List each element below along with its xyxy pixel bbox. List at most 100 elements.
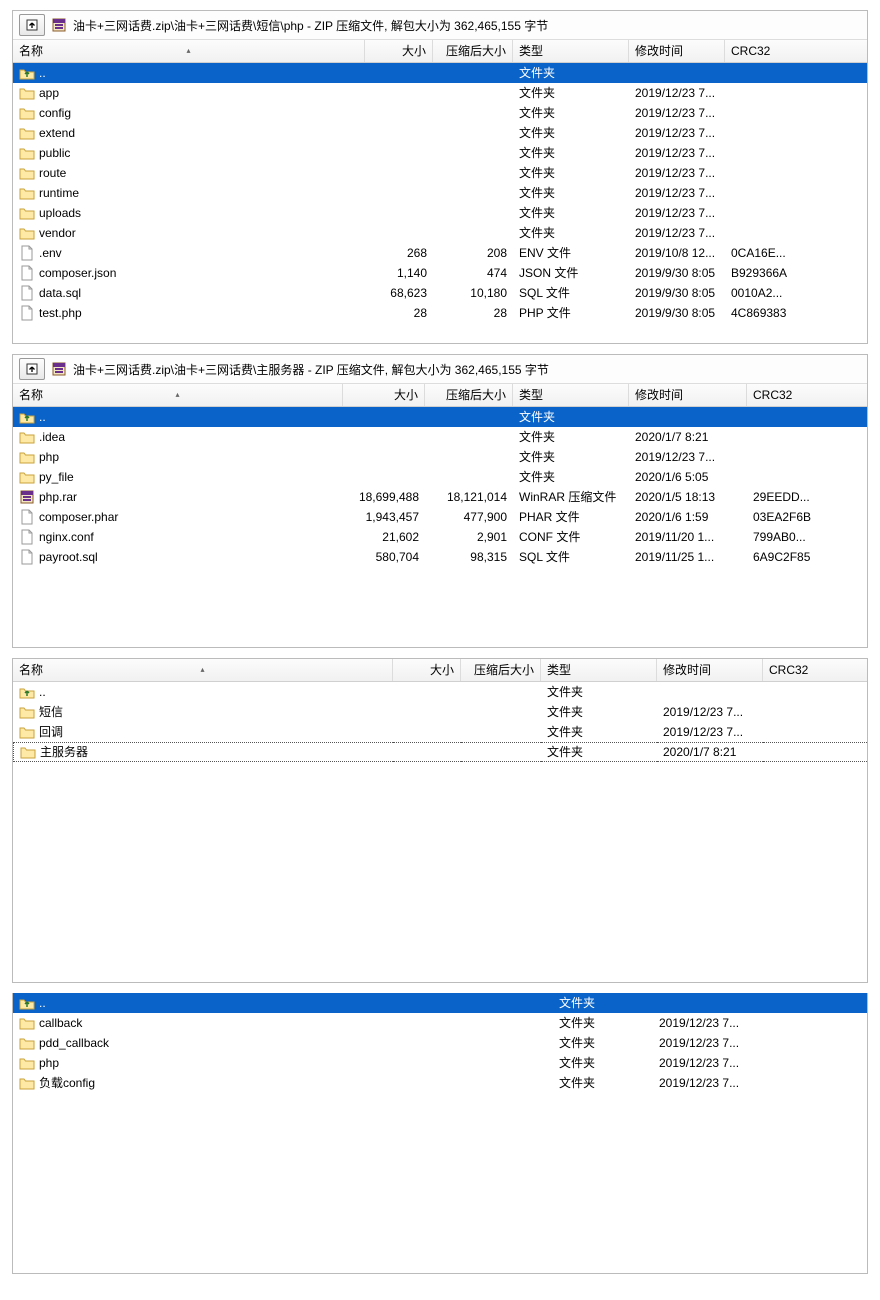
header-time[interactable]: 修改时间 [657,659,763,681]
list-row[interactable]: composer.phar1,943,457477,900PHAR 文件2020… [13,507,867,527]
file-icon [19,529,35,545]
list-row[interactable]: app文件夹2019/12/23 7... [13,83,867,103]
list-row[interactable]: uploads文件夹2019/12/23 7... [13,203,867,223]
list-row[interactable]: .idea文件夹2020/1/7 8:21 [13,427,867,447]
list-row[interactable]: nginx.conf21,6022,901CONF 文件2019/11/20 1… [13,527,867,547]
file-type: 文件夹 [513,223,629,243]
header-size[interactable]: 大小 [343,384,425,406]
list-row[interactable]: extend文件夹2019/12/23 7... [13,123,867,143]
file-type: WinRAR 压缩文件 [513,487,629,507]
list-row[interactable]: py_file文件夹2020/1/6 5:05 [13,467,867,487]
file-type: 文件夹 [513,447,629,467]
file-time: 2019/12/23 7... [629,203,725,223]
file-time: 2019/12/23 7... [629,103,725,123]
folder-icon [20,744,36,760]
list-row[interactable]: php文件夹2019/12/23 7... [13,447,867,467]
header-crc[interactable]: CRC32 [747,384,867,406]
header-packed[interactable]: 压缩后大小 [425,384,513,406]
list-row[interactable]: runtime文件夹2019/12/23 7... [13,183,867,203]
list-row[interactable]: pdd_callback文件夹2019/12/23 7... [13,1033,867,1053]
list-row[interactable]: payroot.sql580,70498,315SQL 文件2019/11/25… [13,547,867,567]
header-type[interactable]: 类型 [513,384,629,406]
file-crc: 0010A2... [725,283,867,303]
file-type: 文件夹 [553,1033,653,1053]
list-row[interactable]: ..文件夹 [13,407,867,427]
header-name[interactable]: 名称▴ [13,384,343,406]
archive-icon [51,361,67,377]
header-type[interactable]: 类型 [541,659,657,681]
file-time: 2020/1/7 8:21 [629,427,747,447]
up-dir-button[interactable] [19,358,45,380]
list-row[interactable]: 主服务器文件夹2020/1/7 8:21 [13,742,867,762]
file-type: 文件夹 [553,993,653,1013]
list-row[interactable]: test.php2828PHP 文件2019/9/30 8:054C869383 [13,303,867,323]
list-row[interactable]: 负载config文件夹2019/12/23 7... [13,1073,867,1093]
file-time: 2019/12/23 7... [629,143,725,163]
folder-icon [19,429,35,445]
file-name: php.rar [39,487,77,507]
header-name[interactable]: 名称▴ [13,659,393,681]
list-row[interactable]: ..文件夹 [13,63,867,83]
up-dir-icon [19,409,35,425]
file-size: 18,699,488 [343,487,425,507]
header-type[interactable]: 类型 [513,40,629,62]
file-icon [19,285,35,301]
file-name: py_file [39,467,74,487]
list-row[interactable]: callback文件夹2019/12/23 7... [13,1013,867,1033]
list-row[interactable]: 回调文件夹2019/12/23 7... [13,722,867,742]
folder-icon [19,185,35,201]
file-type: 文件夹 [541,742,657,762]
file-name: route [39,163,66,183]
list-row[interactable]: .. 文件夹 [13,682,867,702]
header-crc[interactable]: CRC32 [763,659,867,681]
header-time[interactable]: 修改时间 [629,384,747,406]
list-row[interactable]: public文件夹2019/12/23 7... [13,143,867,163]
up-dir-button[interactable] [19,14,45,36]
file-name: data.sql [39,283,81,303]
header-size[interactable]: 大小 [365,40,433,62]
file-time: 2020/1/6 1:59 [629,507,747,527]
file-time: 2019/12/23 7... [653,1013,763,1033]
list-row[interactable]: 短信文件夹2019/12/23 7... [13,702,867,722]
file-time: 2019/12/23 7... [653,1073,763,1093]
file-time: 2019/12/23 7... [653,1053,763,1073]
file-name: runtime [39,183,79,203]
list-row[interactable]: php.rar18,699,48818,121,014WinRAR 压缩文件20… [13,487,867,507]
list-row[interactable]: data.sql68,62310,180SQL 文件2019/9/30 8:05… [13,283,867,303]
file-type: 文件夹 [513,123,629,143]
header-packed[interactable]: 压缩后大小 [461,659,541,681]
list-row[interactable]: composer.json1,140474JSON 文件2019/9/30 8:… [13,263,867,283]
file-type: 文件夹 [513,63,629,83]
file-type: 文件夹 [541,682,657,702]
archive-icon [51,17,67,33]
file-packed: 477,900 [425,507,513,527]
file-crc: 03EA2F6B [747,507,867,527]
header-name[interactable]: 名称▴ [13,40,365,62]
list-row[interactable]: config文件夹2019/12/23 7... [13,103,867,123]
sort-indicator-icon: ▴ [200,659,204,681]
file-name: 短信 [39,702,63,722]
header-size[interactable]: 大小 [393,659,461,681]
folder-icon [19,145,35,161]
folder-icon [19,1055,35,1071]
titlebar: 油卡+三网话费.zip\油卡+三网话费\主服务器 - ZIP 压缩文件, 解包大… [13,355,867,384]
header-crc[interactable]: CRC32 [725,40,867,62]
file-packed: 28 [433,303,513,323]
file-type: PHAR 文件 [513,507,629,527]
title-text: 油卡+三网话费.zip\油卡+三网话费\主服务器 - ZIP 压缩文件, 解包大… [73,361,549,378]
header-packed[interactable]: 压缩后大小 [433,40,513,62]
header-time[interactable]: 修改时间 [629,40,725,62]
file-name: .. [39,682,46,702]
folder-icon [19,1035,35,1051]
file-size [393,742,461,762]
file-crc: B929366A [725,263,867,283]
file-name: uploads [39,203,81,223]
file-time: 2019/10/8 12... [629,243,725,263]
list-row[interactable]: route文件夹2019/12/23 7... [13,163,867,183]
list-row[interactable]: .env268208ENV 文件2019/10/8 12...0CA16E... [13,243,867,263]
list-row[interactable]: ..文件夹 [13,993,867,1013]
list-row[interactable]: vendor文件夹2019/12/23 7... [13,223,867,243]
file-type: 文件夹 [541,722,657,742]
file-name: .idea [39,427,65,447]
list-row[interactable]: php文件夹2019/12/23 7... [13,1053,867,1073]
